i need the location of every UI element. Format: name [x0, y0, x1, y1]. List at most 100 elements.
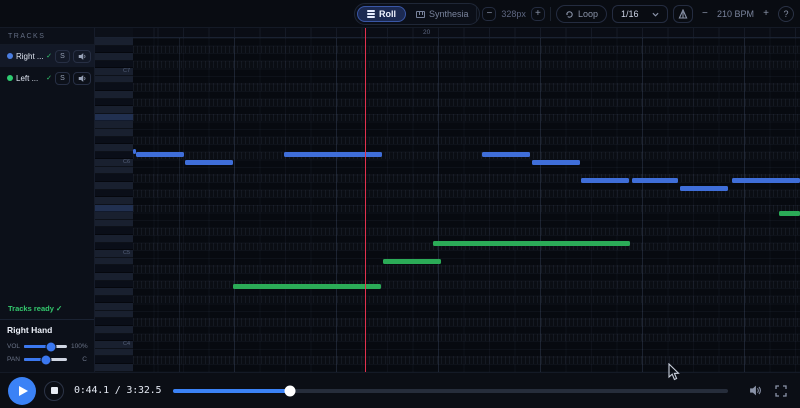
- piano-key[interactable]: [95, 129, 133, 137]
- piano-key[interactable]: [95, 303, 133, 311]
- piano-key[interactable]: [95, 121, 133, 129]
- selected-track-name: Right Hand: [7, 325, 87, 335]
- piano-key[interactable]: [95, 273, 133, 281]
- zoom-out-button[interactable]: −: [482, 7, 496, 21]
- piano-key[interactable]: [95, 228, 133, 236]
- midi-note-right[interactable]: [136, 152, 184, 157]
- synthesia-tab[interactable]: Synthesia: [408, 6, 477, 22]
- volume-label: VOL: [7, 343, 20, 350]
- piano-key[interactable]: [95, 144, 133, 152]
- midi-note-left[interactable]: [433, 241, 630, 246]
- piano-key[interactable]: [95, 167, 133, 175]
- zoom-in-button[interactable]: +: [531, 7, 545, 21]
- piano-key[interactable]: [95, 281, 133, 289]
- play-button[interactable]: [8, 377, 36, 405]
- piano-key[interactable]: [95, 53, 133, 61]
- pan-slider[interactable]: [24, 358, 67, 361]
- black-key-row-stripe: [133, 318, 800, 326]
- black-key-row-stripe: [133, 334, 800, 342]
- solo-button[interactable]: S: [55, 72, 70, 85]
- midi-note-right[interactable]: [732, 178, 800, 183]
- midi-note-right[interactable]: [185, 160, 233, 165]
- mute-button[interactable]: [73, 72, 91, 85]
- piano-key[interactable]: [95, 296, 133, 304]
- piano-key[interactable]: [95, 76, 133, 84]
- roll-tab[interactable]: Roll: [357, 6, 406, 22]
- timeline-ruler[interactable]: 20: [133, 28, 800, 38]
- track-row-left-hand[interactable]: Left ... ✓ S: [0, 67, 94, 89]
- track-row-right-hand[interactable]: Right ... ✓ S: [0, 45, 94, 67]
- volume-slider-thumb[interactable]: [46, 342, 55, 351]
- playhead[interactable]: [365, 28, 367, 372]
- piano-key[interactable]: [95, 326, 133, 334]
- piano-roll-area: 20: [133, 28, 800, 372]
- piano-key[interactable]: [95, 152, 133, 160]
- piano-key[interactable]: C4: [95, 341, 133, 349]
- volume-slider[interactable]: [24, 345, 67, 348]
- piano-key[interactable]: [95, 311, 133, 319]
- piano-key[interactable]: C7: [95, 68, 133, 76]
- mute-button[interactable]: [73, 50, 91, 63]
- midi-note-left[interactable]: [233, 284, 381, 289]
- help-button[interactable]: ?: [778, 6, 794, 22]
- piano-key[interactable]: [95, 265, 133, 273]
- midi-editor-app: Roll Synthesia − 328px + Loop 1/16: [0, 0, 800, 408]
- piano-key[interactable]: [95, 106, 133, 114]
- metronome-button[interactable]: [673, 5, 693, 23]
- grid-division-select[interactable]: 1/16: [612, 5, 668, 23]
- piano-key[interactable]: [95, 220, 133, 228]
- piano-key[interactable]: [95, 197, 133, 205]
- piano-key[interactable]: [95, 182, 133, 190]
- piano-key[interactable]: [95, 137, 133, 145]
- track-ready-check-icon: ✓: [46, 52, 52, 60]
- note-grid[interactable]: [133, 38, 800, 372]
- midi-note-right[interactable]: [680, 186, 728, 191]
- selected-track-panel: Tracks ready ✓ Right Hand VOL 100% PAN: [0, 299, 94, 372]
- midi-note-right[interactable]: [581, 178, 629, 183]
- midi-note-right[interactable]: [284, 152, 382, 157]
- piano-key[interactable]: [95, 83, 133, 91]
- loop-button[interactable]: Loop: [556, 5, 607, 23]
- volume-button[interactable]: [744, 382, 766, 400]
- pan-slider-thumb[interactable]: [41, 355, 50, 364]
- piano-key[interactable]: [95, 205, 133, 213]
- piano-key[interactable]: [95, 99, 133, 107]
- seek-bar[interactable]: [173, 389, 728, 393]
- piano-key[interactable]: [95, 318, 133, 326]
- piano-key[interactable]: [95, 235, 133, 243]
- octave-label: C7: [123, 68, 130, 75]
- piano-key[interactable]: [95, 349, 133, 357]
- piano-key[interactable]: [95, 334, 133, 342]
- black-key-row-stripe: [133, 99, 800, 107]
- piano-key[interactable]: [95, 212, 133, 220]
- piano-key[interactable]: [95, 174, 133, 182]
- piano-key[interactable]: [95, 114, 133, 122]
- piano-key[interactable]: [95, 46, 133, 54]
- piano-key[interactable]: [95, 258, 133, 266]
- track-color-dot: [7, 53, 13, 59]
- midi-note-right[interactable]: [532, 160, 580, 165]
- bpm-increase-button[interactable]: +: [759, 7, 773, 21]
- piano-key[interactable]: [95, 190, 133, 198]
- piano-key[interactable]: [95, 364, 133, 372]
- seek-bar-thumb[interactable]: [284, 385, 295, 396]
- synthesia-tab-label: Synthesia: [429, 9, 469, 19]
- piano-key[interactable]: C6: [95, 159, 133, 167]
- midi-note-left[interactable]: [383, 259, 441, 264]
- piano-key[interactable]: C5: [95, 250, 133, 258]
- midi-note-right[interactable]: [632, 178, 678, 183]
- tracks-ready-status: Tracks ready ✓: [0, 299, 94, 319]
- stop-button[interactable]: [44, 381, 64, 401]
- bpm-decrease-button[interactable]: −: [698, 7, 712, 21]
- midi-note-left[interactable]: [779, 211, 800, 216]
- piano-key[interactable]: [95, 243, 133, 251]
- piano-keys-column[interactable]: C7 C6 C5 C4: [95, 38, 133, 372]
- piano-key[interactable]: [95, 38, 133, 46]
- solo-button[interactable]: S: [55, 50, 70, 63]
- fullscreen-button[interactable]: [770, 382, 792, 400]
- piano-key[interactable]: [95, 356, 133, 364]
- midi-note-right[interactable]: [482, 152, 530, 157]
- piano-key[interactable]: [95, 288, 133, 296]
- piano-key[interactable]: [95, 61, 133, 69]
- piano-key[interactable]: [95, 91, 133, 99]
